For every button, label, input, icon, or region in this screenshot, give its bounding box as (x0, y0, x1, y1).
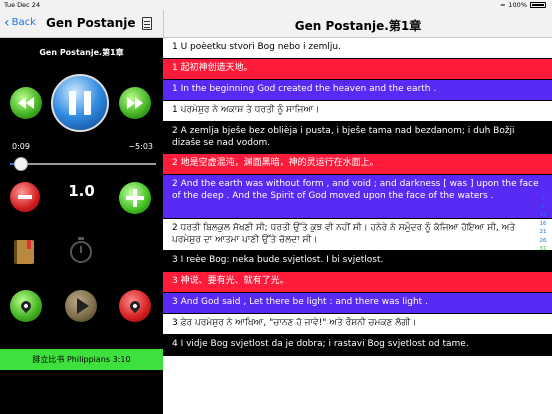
section-index[interactable]: 1 6 11 16 21 26 31 (537, 194, 549, 254)
chapter-title: Gen Postanje.第1章 (294, 19, 422, 33)
back-button[interactable]: ‹ Back (4, 14, 36, 31)
map-pin-button-red[interactable] (119, 290, 151, 322)
fast-forward-button[interactable] (119, 87, 151, 119)
verse-row[interactable]: 3 ਫ਼ੇਰ ਪਰਮੇਸ਼ੁਰ ਨੇ ਆਖਿਆ, "ਚਾਨਣ ਹੋ ਜਾਵੇ!"… (163, 314, 552, 335)
rewind-button[interactable] (10, 87, 42, 119)
pause-button[interactable] (51, 74, 109, 132)
index-number[interactable]: 21 (537, 228, 549, 237)
right-nav-bar: Gen Postanje.第1章 (163, 10, 552, 38)
book-icon[interactable] (14, 240, 34, 264)
verse-row[interactable]: 2 地是空虚混沌，渊面黑暗，神的灵运行在水面上。 (163, 154, 552, 175)
index-number[interactable]: 1 (537, 194, 549, 203)
verse-list[interactable]: 1 U poèetku stvori Bog nebo i zemlju. 1 起… (163, 38, 552, 414)
index-number[interactable]: 26 (537, 237, 549, 246)
next-button[interactable] (65, 290, 97, 322)
index-number[interactable]: 31 (537, 245, 549, 254)
index-number[interactable]: 6 (537, 203, 549, 212)
index-number[interactable]: 16 (537, 220, 549, 229)
verse-row[interactable]: 2 A zemlja bješe bez oblièja i pusta, i … (163, 122, 552, 154)
map-pin-icon (127, 298, 143, 314)
arrow-right-icon (77, 298, 89, 314)
back-label: Back (11, 17, 36, 28)
battery-percent: 100% (508, 1, 527, 9)
verse-row[interactable]: 1 U poèetku stvori Bog nebo i zemlju. (163, 38, 552, 59)
verse-row[interactable]: 3 And God said , Let there be light : an… (163, 293, 552, 314)
verse-row[interactable]: 2 ਧਰਤੀ ਬਿਲਕੁਲ ਸੱਖਣੀ ਸੀ; ਧਰਤੀ ਉੱਤੇ ਕੁਝ ਵੀ… (163, 219, 552, 251)
verse-row[interactable]: 1 ਪਰਮੇਸ਼ੁਰ ਨੇ ਅਕਾਸ਼ ਤੇ ਧਰਤੀ ਨੂੰ ਸਾਜਿਆ। (163, 101, 552, 122)
battery-icon (530, 2, 546, 8)
map-pin-button-green[interactable] (10, 290, 42, 322)
verse-row[interactable]: 2 And the earth was without form , and v… (163, 175, 552, 219)
footer-reference[interactable]: 腓立比书 Philippians 3:10 (0, 349, 163, 370)
status-bar: Tue Dec 24 ≈ 100% (0, 0, 552, 10)
progress-slider-knob[interactable] (14, 157, 29, 171)
verse-row[interactable]: 1 起初神创造天地。 (163, 59, 552, 80)
verse-row[interactable]: 4 I vidje Bog svjetlost da je dobra; i r… (163, 335, 552, 356)
elapsed-time: 0:09 (12, 142, 30, 151)
left-nav-bar: ‹ Back Gen Postanje (0, 10, 163, 38)
rewind-icon (18, 97, 34, 109)
plus-icon (126, 189, 144, 207)
status-time: Tue Dec 24 (4, 1, 41, 9)
fast-forward-icon (127, 97, 143, 109)
progress-track[interactable] (10, 163, 156, 165)
faster-button[interactable] (119, 182, 151, 214)
map-pin-icon (18, 298, 34, 314)
remaining-time: −5:03 (128, 142, 153, 151)
wifi-icon: ≈ (499, 1, 506, 9)
document-icon[interactable] (142, 17, 152, 30)
player-panel: Gen Postanje.第1章 0:09 −5:03 1.0 腓立比书 Phi… (0, 38, 163, 414)
verse-row[interactable]: 3 神说、要有光、就有了光。 (163, 272, 552, 293)
status-right: ≈ 100% (500, 1, 546, 9)
index-number[interactable]: 11 (537, 211, 549, 220)
left-nav-title: Gen Postanje (46, 16, 136, 30)
chevron-left-icon: ‹ (4, 14, 10, 31)
timer-icon[interactable] (70, 237, 92, 263)
player-subtitle: Gen Postanje.第1章 (39, 48, 124, 57)
pause-icon (65, 91, 95, 115)
verse-row[interactable]: 3 I reèe Bog: neka bude svjetlost. I bi … (163, 251, 552, 272)
verse-row[interactable]: 1 In the beginning God created the heave… (163, 80, 552, 101)
